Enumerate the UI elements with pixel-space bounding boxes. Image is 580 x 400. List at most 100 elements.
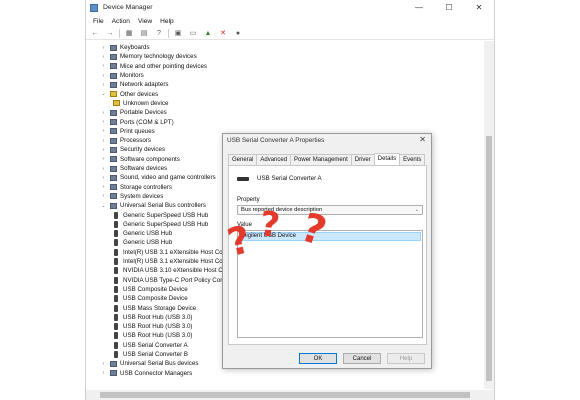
tree-category[interactable]: › Network adapters xyxy=(100,80,169,89)
tab-advanced[interactable]: Advanced xyxy=(256,154,292,165)
tree-category[interactable]: › Monitors xyxy=(100,71,144,80)
toolbar-separator xyxy=(119,28,120,38)
tree-category[interactable]: › Software components xyxy=(100,155,180,164)
tree-device[interactable]: USB Serial Converter B xyxy=(110,350,188,359)
tree-category[interactable]: › Universal Serial Bus devices xyxy=(100,359,199,368)
chevron-right-icon[interactable]: › xyxy=(100,166,107,172)
usb-plug-icon xyxy=(114,285,118,293)
chevron-right-icon[interactable]: › xyxy=(100,54,107,60)
horizontal-scrollbar[interactable] xyxy=(86,390,494,400)
tree-category[interactable]: ⌄ Other devices xyxy=(100,90,158,99)
tab-general[interactable]: General xyxy=(228,154,258,165)
device-icon[interactable]: ▣ xyxy=(172,28,184,38)
tree-item-label: System devices xyxy=(120,192,164,200)
chevron-right-icon[interactable]: › xyxy=(100,73,107,79)
vertical-scroll-thumb[interactable] xyxy=(486,136,492,381)
tree-category[interactable]: › Processors xyxy=(100,136,151,145)
usb-plug-icon xyxy=(114,323,118,331)
tab-details[interactable]: Details xyxy=(373,153,401,165)
usb-plug-icon xyxy=(114,304,118,312)
tree-device[interactable]: USB Composite Device xyxy=(110,285,188,294)
tree-device[interactable]: Generic SuperSpeed USB Hub xyxy=(110,210,208,219)
chevron-right-icon[interactable]: › xyxy=(100,45,107,51)
tree-device[interactable]: Generic USB Hub xyxy=(110,229,172,238)
tree-device[interactable]: Unknown device xyxy=(110,99,168,108)
monitor-icon[interactable]: ▭ xyxy=(187,28,199,38)
chevron-right-icon[interactable]: › xyxy=(100,110,107,116)
help-icon[interactable]: ? xyxy=(153,28,165,38)
tree-device[interactable]: USB Mass Storage Device xyxy=(110,303,196,312)
chevron-right-icon[interactable]: › xyxy=(100,138,107,144)
chevron-right-icon[interactable]: › xyxy=(100,128,107,134)
tree-item-label: Portable Devices xyxy=(120,109,167,117)
tree-category[interactable]: › System devices xyxy=(100,192,164,201)
chevron-right-icon[interactable]: › xyxy=(100,193,107,199)
tree-category[interactable]: › Mice and other pointing devices xyxy=(100,62,207,71)
tree-device[interactable]: USB Root Hub (USB 3.0) xyxy=(110,331,192,340)
update-driver-icon[interactable]: ▲ xyxy=(202,28,214,38)
help-button[interactable]: Help xyxy=(387,353,425,364)
tree-device[interactable]: Generic USB Hub xyxy=(110,238,172,247)
chevron-right-icon[interactable]: › xyxy=(100,119,107,125)
chevron-right-icon[interactable]: › xyxy=(100,184,107,190)
horizontal-scroll-thumb[interactable] xyxy=(100,392,470,398)
tree-device[interactable]: Generic SuperSpeed USB Hub xyxy=(110,220,208,229)
chevron-right-icon[interactable]: › xyxy=(100,156,107,162)
chevron-right-icon[interactable]: › xyxy=(100,175,107,181)
ok-button[interactable]: OK xyxy=(299,353,337,364)
tree-item-label: USB Mass Storage Device xyxy=(123,304,197,312)
back-icon[interactable]: ← xyxy=(89,28,101,38)
document-icon[interactable]: ▤ xyxy=(138,28,150,38)
chevron-down-icon[interactable]: ⌄ xyxy=(100,203,107,209)
tree-device[interactable]: NVIDIA USB Type-C Port Policy Controller xyxy=(110,276,239,285)
tree-device[interactable]: USB Composite Device xyxy=(110,294,188,303)
tree-category[interactable]: › Keyboards xyxy=(100,43,150,52)
tree-device[interactable]: USB Serial Converter A xyxy=(110,341,188,350)
usb-plug-icon xyxy=(114,341,118,349)
maximize-button[interactable]: ☐ xyxy=(434,0,464,15)
tree-category[interactable]: › Memory technology devices xyxy=(100,52,197,61)
chevron-right-icon[interactable]: › xyxy=(100,361,107,367)
menu-action[interactable]: Action xyxy=(112,18,130,25)
cancel-button[interactable]: Cancel xyxy=(343,353,381,364)
tree-category[interactable]: › Portable Devices xyxy=(100,108,167,117)
tab-driver[interactable]: Driver xyxy=(350,154,375,165)
menu-help[interactable]: Help xyxy=(160,18,174,25)
toolbar-separator xyxy=(168,28,169,38)
tree-device[interactable]: USB Root Hub (USB 3.0) xyxy=(110,322,192,331)
vertical-scrollbar[interactable] xyxy=(484,41,494,389)
tree-category[interactable]: › USB Connector Managers xyxy=(100,369,193,378)
tree-category[interactable]: › Software devices xyxy=(100,164,167,173)
value-list[interactable]: Digilent USB Device xyxy=(237,230,423,338)
tree-item-label: Universal Serial Bus devices xyxy=(120,360,199,368)
chevron-right-icon[interactable]: › xyxy=(100,82,107,88)
chevron-down-icon[interactable]: ⌄ xyxy=(100,91,107,97)
tree-category[interactable]: › Storage controllers xyxy=(100,183,172,192)
chevron-right-icon[interactable]: › xyxy=(100,63,107,69)
tree-category[interactable]: › Sound, video and game controllers xyxy=(100,173,216,182)
dialog-buttons: OK Cancel Help xyxy=(293,353,425,364)
tree-item-label: Generic SuperSpeed USB Hub xyxy=(123,220,209,228)
uninstall-icon[interactable]: ✕ xyxy=(217,28,229,38)
tree-category[interactable]: › Ports (COM & LPT) xyxy=(100,117,174,126)
tab-events[interactable]: Events xyxy=(399,154,426,165)
tree-category[interactable]: › Security devices xyxy=(100,145,165,154)
menu-view[interactable]: View xyxy=(138,18,152,25)
tree-category[interactable]: › Print queues xyxy=(100,127,155,136)
tree-device[interactable]: USB Root Hub (USB 3.0) xyxy=(110,313,192,322)
tree-category[interactable]: ⌄ Universal Serial Bus controllers xyxy=(100,201,206,210)
chevron-right-icon[interactable]: › xyxy=(100,370,107,376)
properties-icon[interactable]: ▦ xyxy=(123,28,135,38)
usb-plug-icon xyxy=(114,295,118,303)
tab-power-management[interactable]: Power Management xyxy=(290,154,352,165)
close-button[interactable]: ✕ xyxy=(464,0,494,15)
tree-item-label: Monitors xyxy=(120,72,144,80)
forward-icon[interactable]: → xyxy=(104,28,116,38)
dialog-close-button[interactable]: ✕ xyxy=(419,135,426,144)
dialog-tabs: General Advanced Power Management Driver Det… xyxy=(228,153,426,165)
minimize-button[interactable]: — xyxy=(404,0,434,15)
scan-icon[interactable]: ● xyxy=(232,28,244,38)
menu-file[interactable]: File xyxy=(93,18,104,25)
tree-item-label: Network adapters xyxy=(120,81,169,89)
chevron-right-icon[interactable]: › xyxy=(100,147,107,153)
